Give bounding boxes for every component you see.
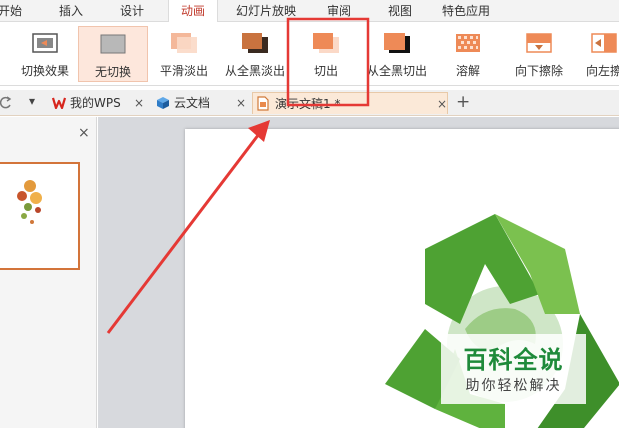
effect-label: 从全黑切出 bbox=[366, 64, 427, 78]
fade-smoothly-icon bbox=[171, 33, 197, 53]
effect-cut-through-black[interactable]: 从全黑切出 bbox=[362, 26, 432, 82]
tab-my-wps[interactable]: 我的WPS × bbox=[52, 92, 148, 114]
effect-label: 平滑淡出 bbox=[159, 64, 208, 78]
tab-list-dropdown-icon[interactable]: ▾ bbox=[29, 94, 35, 108]
cloud-docs-cube-icon bbox=[157, 97, 169, 109]
transition-ribbon: 切换效果 无切换 平滑淡出 从全黑淡出 切出 从全黑切出 溶解 向下擦除 向左擦 bbox=[0, 22, 619, 86]
new-tab-button[interactable]: + bbox=[456, 92, 470, 112]
menu-home[interactable]: 开始 bbox=[0, 0, 22, 22]
effect-fade-through-black[interactable]: 从全黑淡出 bbox=[220, 26, 290, 82]
effect-label: 向左擦 bbox=[586, 64, 619, 78]
tab-close-icon[interactable]: × bbox=[437, 93, 447, 115]
fade-through-black-icon bbox=[242, 33, 268, 53]
tab-presentation-1[interactable]: 演示文稿1 * × bbox=[252, 92, 448, 114]
effect-fade-smoothly[interactable]: 平滑淡出 bbox=[153, 26, 215, 82]
refresh-icon[interactable] bbox=[0, 96, 12, 110]
document-tab-bar: ▾ 我的WPS × 云文档 × 演示文稿1 * × + bbox=[0, 90, 619, 116]
effect-label: 切出 bbox=[313, 64, 338, 78]
menu-review[interactable]: 审阅 bbox=[327, 0, 351, 22]
effect-wipe-down[interactable]: 向下擦除 bbox=[508, 26, 570, 82]
presentation-file-icon bbox=[257, 96, 269, 111]
effect-label: 无切换 bbox=[94, 65, 131, 79]
cut-icon bbox=[313, 33, 339, 53]
menu-design[interactable]: 设计 bbox=[120, 0, 144, 22]
tab-label: 演示文稿1 * bbox=[275, 97, 341, 111]
watermark-subtitle: 助你轻松解决 bbox=[465, 378, 562, 394]
menu-view[interactable]: 视图 bbox=[388, 0, 412, 22]
menu-special-apps[interactable]: 特色应用 bbox=[442, 0, 490, 22]
no-transition-icon bbox=[100, 34, 126, 54]
effect-cut[interactable]: 切出 bbox=[296, 26, 356, 82]
slides-panel: × bbox=[0, 117, 97, 428]
wipe-down-icon bbox=[526, 33, 552, 53]
cut-through-black-icon bbox=[384, 33, 410, 53]
menu-bar: 开始 插入 设计 动画 幻灯片放映 审阅 视图 特色应用 bbox=[0, 0, 619, 23]
transition-effects-icon bbox=[32, 33, 58, 53]
effect-no-transition[interactable]: 无切换 bbox=[78, 26, 148, 82]
watermark: 百科全说 助你轻松解决 bbox=[441, 334, 586, 404]
wipe-left-icon bbox=[591, 33, 617, 53]
effect-label: 从全黑淡出 bbox=[224, 64, 285, 78]
effect-label: 向下擦除 bbox=[514, 64, 563, 78]
tab-cloud-docs[interactable]: 云文档 × bbox=[156, 92, 248, 114]
menu-insert[interactable]: 插入 bbox=[59, 0, 83, 22]
dissolve-icon bbox=[456, 34, 480, 52]
effect-label: 溶解 bbox=[455, 64, 480, 78]
effect-dissolve[interactable]: 溶解 bbox=[440, 26, 496, 82]
flower-thumbnail-image bbox=[17, 180, 42, 224]
effect-wipe-left[interactable]: 向左擦 bbox=[580, 26, 619, 82]
effect-transition-effects[interactable]: 切换效果 bbox=[12, 26, 78, 82]
menu-slideshow[interactable]: 幻灯片放映 bbox=[236, 0, 296, 22]
wps-logo-icon bbox=[52, 97, 66, 109]
slide-thumbnail[interactable] bbox=[0, 162, 80, 270]
effect-label: 切换效果 bbox=[20, 64, 69, 78]
watermark-title: 百科全说 bbox=[463, 346, 564, 374]
tab-label: 我的WPS bbox=[70, 96, 121, 110]
tab-label: 云文档 bbox=[174, 96, 211, 110]
panel-close-icon[interactable]: × bbox=[78, 125, 90, 141]
tab-close-icon[interactable]: × bbox=[236, 92, 246, 114]
menu-animation[interactable]: 动画 bbox=[168, 0, 219, 23]
tab-close-icon[interactable]: × bbox=[134, 92, 144, 114]
